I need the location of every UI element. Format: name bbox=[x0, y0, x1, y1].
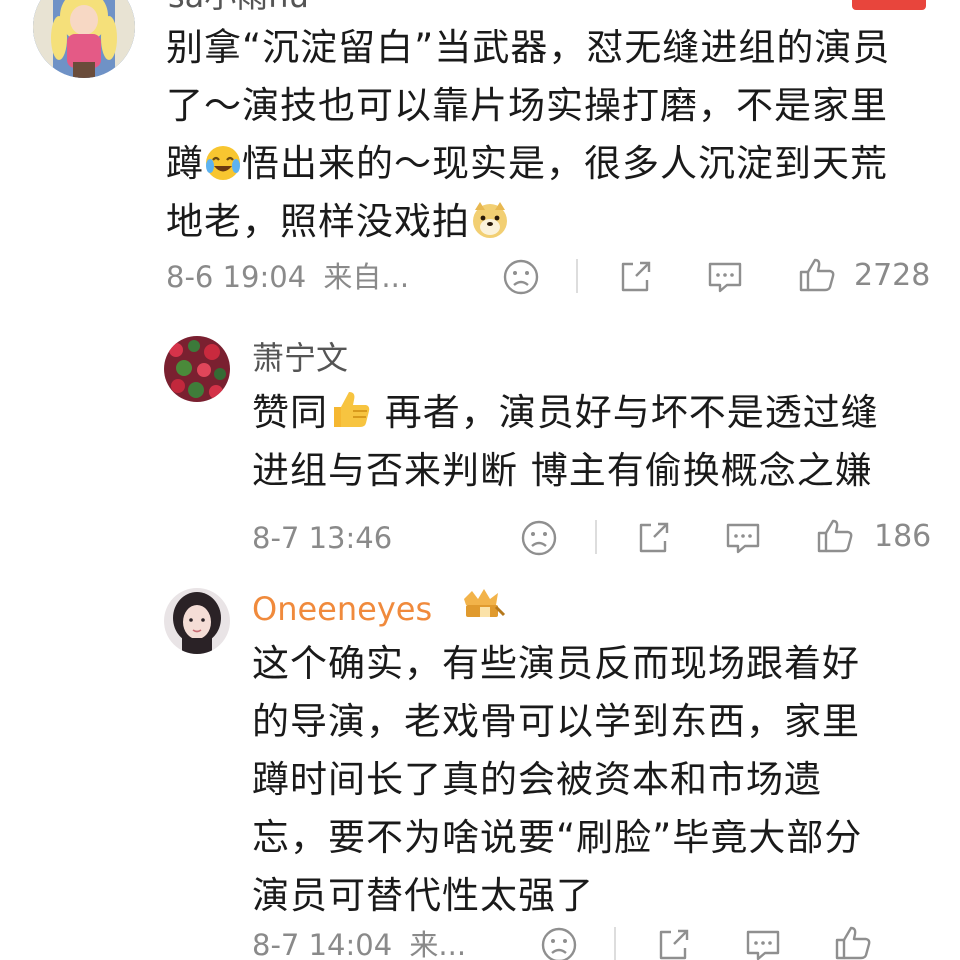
frown-face-icon bbox=[541, 927, 577, 960]
share-button[interactable] bbox=[652, 924, 694, 960]
frown-face-icon bbox=[521, 520, 557, 556]
comment-meta: 8-7 13:46 bbox=[252, 520, 392, 556]
comment-line-with-emoji: 地老，照样没戏拍 bbox=[166, 193, 890, 251]
avatar-image bbox=[33, 0, 135, 78]
comment-icon bbox=[746, 930, 780, 960]
like-button[interactable] bbox=[814, 515, 856, 557]
divider bbox=[614, 927, 616, 960]
thumbs-up-icon bbox=[817, 519, 853, 553]
comment-meta: 8-7 14:04 来... bbox=[252, 927, 466, 960]
avatar[interactable] bbox=[33, 0, 135, 78]
like-button[interactable] bbox=[832, 922, 874, 960]
comment-line: 演员可替代性太强了 bbox=[252, 874, 594, 917]
reply-button[interactable] bbox=[722, 517, 764, 559]
comment-line: 蹲时间长了真的会被资本和市场遗 bbox=[252, 758, 822, 801]
avatar[interactable] bbox=[164, 336, 230, 402]
timestamp: 8-7 14:04 bbox=[252, 928, 393, 960]
share-icon bbox=[639, 522, 669, 553]
comment-text: 别拿“沉淀留白”当武器，怼无缝进组的演员 了～演技也可以靠片场实操打磨，不是家里… bbox=[166, 19, 890, 251]
timestamp: 8-6 19:04 bbox=[166, 260, 307, 294]
comment-text: 这个确实，有些演员反而现场跟着好 的导演，老戏骨可以学到东西，家里 蹲时间长了真… bbox=[252, 635, 862, 925]
comment-line: 忘，要不为啥说要“刷脸”毕竟大部分 bbox=[252, 816, 863, 859]
source-label: 来... bbox=[409, 928, 467, 960]
share-button[interactable] bbox=[614, 256, 656, 298]
vip-badge-icon bbox=[852, 0, 926, 10]
comment-line-with-emoji: 蹲悟出来的～现实是，很多人沉淀到天荒 bbox=[166, 142, 888, 185]
comment-meta: 8-6 19:04 来自... bbox=[166, 259, 409, 295]
crown-badge-icon bbox=[464, 589, 506, 617]
dislike-button[interactable] bbox=[538, 924, 580, 960]
avatar[interactable] bbox=[164, 588, 230, 654]
reply-button[interactable] bbox=[704, 256, 746, 298]
avatar-image bbox=[164, 336, 230, 402]
like-count: 186 bbox=[874, 519, 932, 554]
comment-line: 别拿“沉淀留白”当武器，怼无缝进组的演员 bbox=[166, 26, 891, 69]
avatar-image bbox=[164, 588, 230, 654]
reply-button[interactable] bbox=[742, 924, 784, 960]
crying-laughing-emoji bbox=[204, 144, 242, 182]
comment-line: 这个确实，有些演员反而现场跟着好 bbox=[252, 642, 860, 685]
comment-text: 赞同 再者，演员好与坏不是透过缝 进组与否来判断 博主有偷换概念之嫌 bbox=[252, 384, 879, 500]
comment-line: 了～演技也可以靠片场实操打磨，不是家里 bbox=[166, 84, 888, 127]
username[interactable]: Oneeneyes bbox=[252, 589, 432, 629]
doge-emoji bbox=[470, 200, 510, 240]
thumbs-up-icon bbox=[799, 258, 835, 292]
comment-line-with-emoji: 赞同 再者，演员好与坏不是透过缝 bbox=[252, 384, 879, 442]
thumbs-up-icon bbox=[835, 926, 871, 960]
dislike-button[interactable] bbox=[518, 517, 560, 559]
like-button[interactable] bbox=[796, 254, 838, 296]
comment-icon bbox=[708, 262, 742, 293]
comment-line: 进组与否来判断 博主有偷换概念之嫌 bbox=[252, 449, 873, 492]
timestamp: 8-7 13:46 bbox=[252, 521, 393, 555]
share-icon bbox=[659, 929, 689, 960]
divider bbox=[595, 520, 597, 554]
share-icon bbox=[621, 261, 651, 292]
share-button[interactable] bbox=[632, 517, 674, 559]
source-label: 来自... bbox=[323, 260, 410, 294]
dislike-button[interactable] bbox=[500, 256, 542, 298]
frown-face-icon bbox=[503, 259, 539, 295]
username[interactable]: sa小雨hu bbox=[168, 0, 309, 16]
like-count: 2728 bbox=[854, 258, 931, 293]
username[interactable]: 萧宁文 bbox=[252, 338, 348, 378]
thumbs-up-emoji bbox=[328, 387, 372, 431]
comment-line: 的导演，老戏骨可以学到东西，家里 bbox=[252, 700, 860, 743]
comment-thread: sa小雨hu 别拿“沉淀留白”当武器，怼无缝进组的演员 了～演技也可以靠片场实操… bbox=[0, 0, 960, 960]
comment-icon bbox=[726, 523, 760, 554]
divider bbox=[576, 259, 578, 293]
